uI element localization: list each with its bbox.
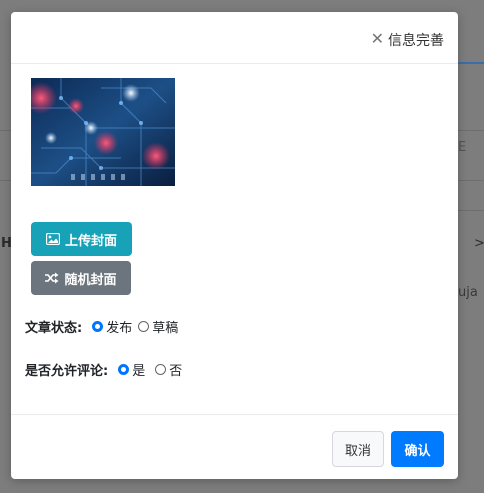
background-fragment: uja	[458, 285, 478, 300]
status-draft-radio[interactable]	[138, 321, 150, 332]
status-publish-label[interactable]: 发布	[106, 317, 132, 336]
status-publish-radio[interactable]	[92, 321, 104, 332]
circuit-board-image	[31, 78, 175, 186]
comment-yes-radio[interactable]	[118, 364, 130, 375]
random-cover-button[interactable]: 随机封面	[31, 261, 131, 295]
cancel-button[interactable]: 取消	[332, 431, 384, 467]
modal-header: ✕ 信息完善	[11, 12, 458, 64]
background-divider	[458, 130, 484, 131]
random-cover-label: 随机封面	[64, 272, 117, 288]
background-accent-line	[458, 62, 484, 64]
allow-comment-row: 是否允许评论: 是 否	[25, 360, 182, 379]
comment-yes-label[interactable]: 是	[132, 360, 145, 379]
close-icon[interactable]: ✕	[371, 30, 384, 48]
cover-image	[31, 78, 175, 186]
background-fragment: >	[474, 236, 484, 251]
info-completion-modal: ✕ 信息完善 上传封面 随机封面 文章状态: 发布 草稿 是否允许评论: 是 否…	[11, 12, 458, 479]
status-draft-label[interactable]: 草稿	[152, 317, 178, 336]
background-divider	[458, 210, 484, 211]
upload-cover-button[interactable]: 上传封面	[31, 222, 132, 256]
comment-no-radio[interactable]	[155, 364, 167, 375]
article-status-row: 文章状态: 发布 草稿	[25, 317, 178, 336]
article-status-label: 文章状态:	[25, 321, 83, 336]
modal-title: 信息完善	[388, 33, 444, 49]
allow-comment-label: 是否允许评论:	[25, 364, 109, 379]
background-divider	[0, 130, 11, 131]
shuffle-icon	[45, 272, 59, 284]
background-divider	[0, 180, 11, 181]
comment-no-label[interactable]: 否	[169, 360, 182, 379]
upload-cover-label: 上传封面	[64, 233, 117, 249]
image-icon	[45, 233, 60, 245]
background-divider	[458, 180, 484, 181]
modal-footer: 取消 确认	[11, 414, 458, 480]
background-fragment: E	[458, 140, 467, 155]
confirm-button[interactable]: 确认	[391, 431, 444, 467]
